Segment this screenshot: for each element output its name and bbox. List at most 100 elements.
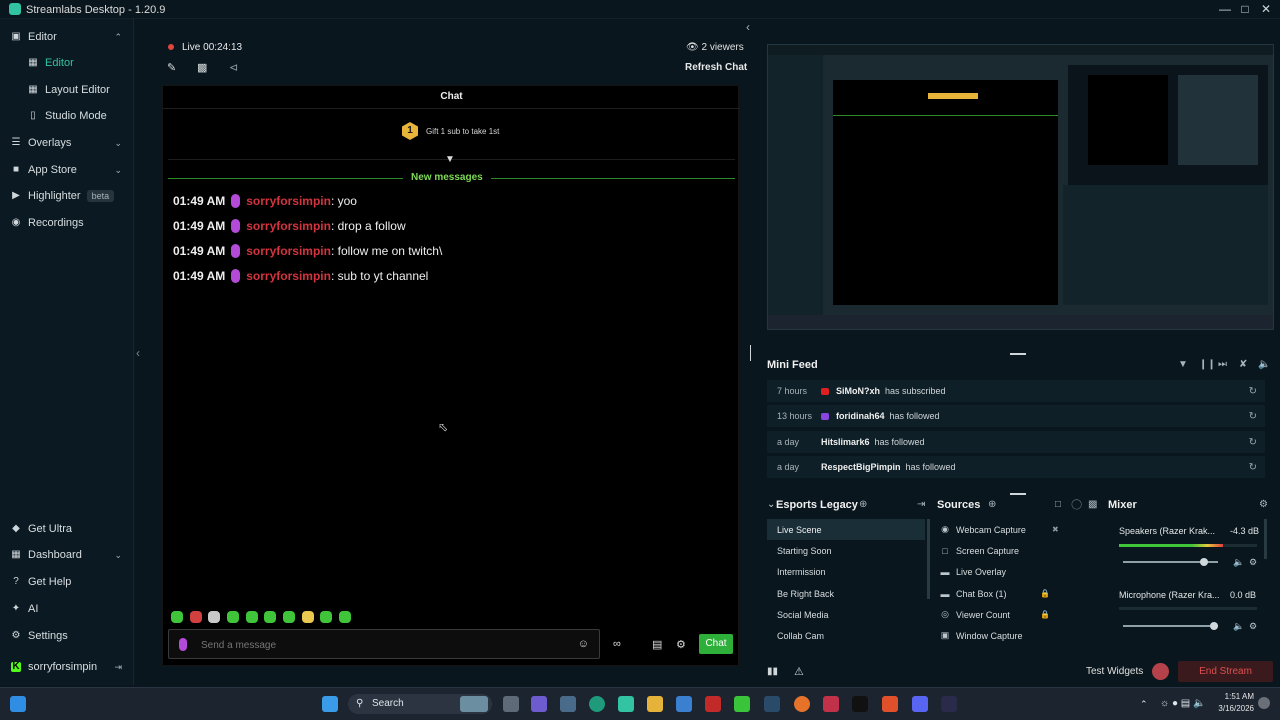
skip-icon[interactable]: ⏭ bbox=[1218, 359, 1227, 370]
scene-item[interactable]: Intermission bbox=[767, 561, 925, 582]
sidebar-item-get-ultra[interactable]: ◆ Get Ultra bbox=[0, 516, 134, 542]
source-item[interactable]: ▬ Live Overlay bbox=[940, 561, 1090, 582]
end-stream-button[interactable]: End Stream bbox=[1178, 661, 1273, 682]
sidebar-item-settings[interactable]: ⚙ Settings bbox=[0, 623, 134, 649]
teams-icon[interactable] bbox=[531, 696, 547, 712]
emote-icon[interactable] bbox=[171, 611, 183, 623]
tiktok-icon[interactable] bbox=[852, 696, 868, 712]
chevron-down-icon[interactable]: ⌄ bbox=[767, 499, 775, 510]
volume-slider[interactable] bbox=[1123, 622, 1219, 630]
camera-icon[interactable]: ▩ bbox=[197, 61, 207, 74]
share-icon[interactable]: ⊲ bbox=[229, 61, 238, 74]
sidebar-item-highlighter[interactable]: ▶ Highlighter beta bbox=[0, 183, 134, 209]
file-explorer-icon[interactable] bbox=[503, 696, 519, 712]
streamlabs-icon[interactable] bbox=[618, 696, 634, 712]
source-item[interactable]: □ Screen Capture bbox=[940, 540, 1090, 561]
tray-chevron-icon[interactable]: ⌃ bbox=[1140, 699, 1148, 710]
sidebar-item-account[interactable]: K sorryforsimpin ⇥ bbox=[0, 654, 134, 680]
stats-icon[interactable]: ▮▮ bbox=[767, 666, 778, 677]
emote-icon[interactable] bbox=[208, 611, 220, 623]
pause-icon[interactable]: ❙❙ bbox=[1199, 359, 1216, 370]
sidebar-item-editor-group[interactable]: ▣ Editor ⌃ bbox=[0, 24, 134, 50]
remove-icon[interactable]: ◯ bbox=[1071, 499, 1082, 510]
app-icon[interactable] bbox=[882, 696, 898, 712]
sidebar-item-recordings[interactable]: ◉ Recordings bbox=[0, 210, 134, 236]
sidebar-item-studio-mode[interactable]: ▯ Studio Mode bbox=[0, 103, 134, 129]
source-settings-icon[interactable]: ▩ bbox=[1088, 499, 1097, 510]
test-widgets-button[interactable]: Test Widgets bbox=[1086, 666, 1143, 677]
send-chat-button[interactable]: Chat bbox=[699, 634, 733, 654]
sidebar-item-layout-editor[interactable]: ▦ Layout Editor bbox=[0, 77, 134, 103]
scrollbar[interactable] bbox=[927, 519, 930, 599]
emote-icon[interactable] bbox=[283, 611, 295, 623]
maximize-button[interactable]: □ bbox=[1235, 2, 1255, 17]
emote-icon[interactable] bbox=[302, 611, 314, 623]
replay-icon[interactable]: ↻ bbox=[1249, 411, 1257, 422]
replay-icon[interactable]: ↻ bbox=[1249, 386, 1257, 397]
scene-item[interactable]: Social Media bbox=[767, 604, 925, 625]
steam-icon[interactable] bbox=[764, 696, 780, 712]
resize-handle[interactable] bbox=[1010, 493, 1026, 495]
app-icon[interactable] bbox=[941, 696, 957, 712]
scene-item[interactable]: Be Right Back bbox=[767, 583, 925, 604]
gear-icon[interactable]: ⚙ bbox=[1249, 557, 1257, 568]
notification-icon[interactable] bbox=[1258, 697, 1270, 709]
notepad-icon[interactable] bbox=[676, 696, 692, 712]
gear-icon[interactable]: ⚙ bbox=[1249, 621, 1257, 632]
store-icon[interactable]: ▤ bbox=[652, 638, 662, 651]
emote-icon[interactable] bbox=[227, 611, 239, 623]
scrollbar[interactable] bbox=[1264, 519, 1267, 559]
tray-icons[interactable]: ☼ ● ▤ 🔈 bbox=[1160, 698, 1205, 709]
scene-item[interactable]: Live Scene bbox=[767, 519, 925, 540]
app-icon[interactable] bbox=[705, 696, 721, 712]
emote-icon[interactable] bbox=[190, 611, 202, 623]
speaker-icon[interactable]: 🔈 bbox=[1233, 557, 1244, 568]
replay-icon[interactable]: ↻ bbox=[1249, 437, 1257, 448]
gear-icon[interactable]: ⚙ bbox=[676, 638, 686, 651]
mute-alerts-icon[interactable]: ✘ bbox=[1239, 359, 1247, 370]
scene-item[interactable]: Starting Soon bbox=[767, 540, 925, 561]
stream-preview[interactable] bbox=[767, 44, 1274, 330]
source-item[interactable]: ◉ Webcam Capture ✖ bbox=[940, 519, 1090, 540]
app-icon[interactable] bbox=[823, 696, 839, 712]
taskbar-time[interactable]: 1:51 AM bbox=[1214, 692, 1254, 701]
folder-add-icon[interactable]: □ bbox=[1055, 499, 1061, 510]
volume-icon[interactable]: 🔈 bbox=[1258, 359, 1270, 370]
logout-icon[interactable]: ⇥ bbox=[114, 662, 122, 673]
refresh-chat-button[interactable]: Refresh Chat bbox=[685, 62, 747, 73]
sidebar-item-ai[interactable]: ✦ AI bbox=[0, 596, 134, 622]
windows-start-icon[interactable] bbox=[322, 696, 338, 712]
taskbar-date[interactable]: 3/16/2026 bbox=[1210, 704, 1254, 713]
warning-icon[interactable]: ⚠ bbox=[794, 665, 804, 678]
app-icon[interactable] bbox=[734, 696, 750, 712]
sidebar-item-app-store[interactable]: ■ App Store ⌄ bbox=[0, 157, 134, 183]
store-icon[interactable] bbox=[560, 696, 576, 712]
emote-icon[interactable] bbox=[264, 611, 276, 623]
close-button[interactable]: ✕ bbox=[1256, 2, 1276, 17]
taskbar-badge-icon[interactable] bbox=[460, 696, 488, 712]
scene-item[interactable]: Collab Cam bbox=[767, 625, 925, 646]
edit-icon[interactable]: ✎ bbox=[167, 61, 176, 74]
discord-icon[interactable] bbox=[912, 696, 928, 712]
gear-icon[interactable]: ⚙ bbox=[1259, 499, 1268, 510]
replay-icon[interactable]: ↻ bbox=[1249, 462, 1257, 473]
resize-handle[interactable] bbox=[1010, 353, 1026, 355]
edge-icon[interactable] bbox=[589, 696, 605, 712]
sidebar-item-editor[interactable]: ▦ Editor bbox=[0, 50, 134, 76]
transition-icon[interactable]: ⇥ bbox=[917, 499, 925, 510]
emote-icon[interactable] bbox=[246, 611, 258, 623]
scene-collection-title[interactable]: Esports Legacy bbox=[776, 499, 858, 511]
chat-message-input[interactable] bbox=[201, 636, 571, 654]
folder-icon[interactable] bbox=[647, 696, 663, 712]
filter-icon[interactable]: ▼ bbox=[1178, 359, 1188, 370]
volume-slider[interactable] bbox=[1123, 558, 1218, 566]
source-item[interactable]: ▣ Window Capture bbox=[940, 625, 1090, 646]
volume-knob[interactable] bbox=[1199, 558, 1208, 566]
minimize-button[interactable]: — bbox=[1215, 2, 1235, 17]
firefox-icon[interactable] bbox=[794, 696, 810, 712]
add-source-icon[interactable]: ⊕ bbox=[988, 499, 996, 510]
source-item[interactable]: ▬ Chat Box (1) 🔒 bbox=[940, 583, 1090, 604]
emote-icon[interactable] bbox=[339, 611, 351, 623]
widgets-icon[interactable] bbox=[10, 696, 26, 712]
add-scene-icon[interactable]: ⊕ bbox=[859, 499, 867, 510]
